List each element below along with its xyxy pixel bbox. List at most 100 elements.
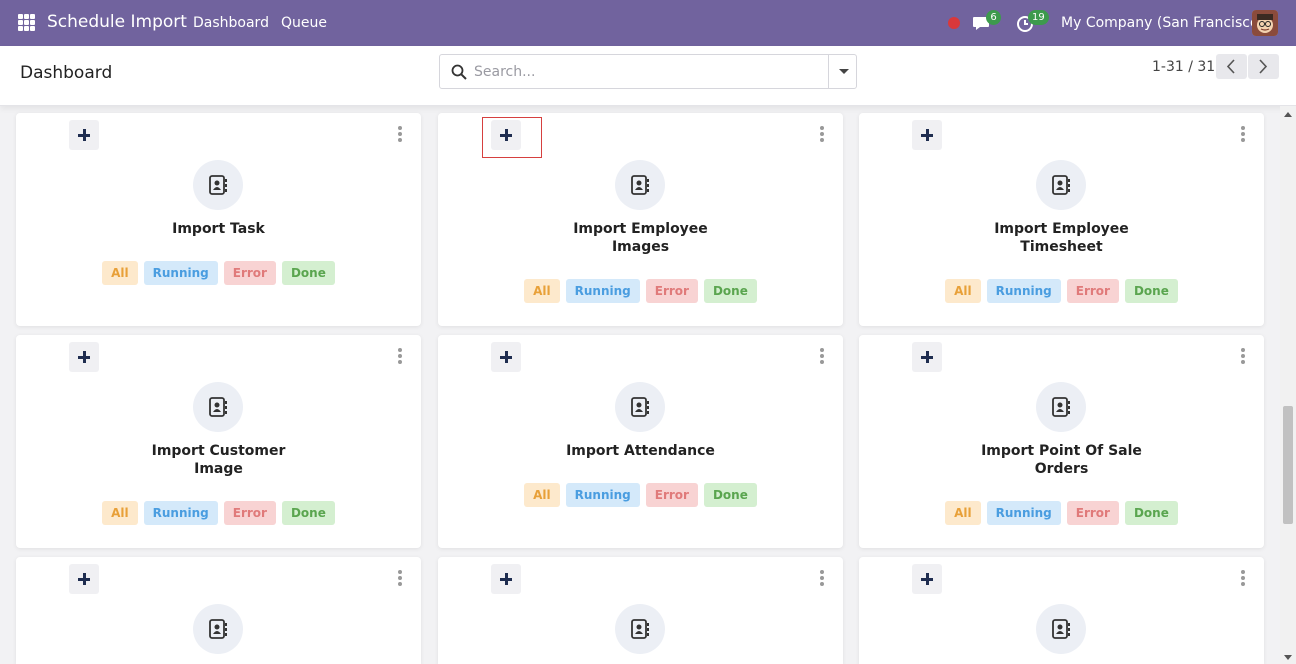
status-filters: All Running Error Done — [438, 279, 843, 303]
card-options-icon[interactable] — [1240, 126, 1246, 142]
chevron-left-icon — [1226, 59, 1235, 74]
card-title-line-2: Timesheet — [1020, 239, 1103, 255]
kanban-view: Import Task All Running Error Done Impor… — [0, 106, 1280, 664]
card-title-line-2: Images — [611, 239, 670, 255]
address-book-icon — [615, 604, 665, 654]
scroll-down-arrow-icon[interactable] — [1284, 655, 1292, 660]
add-import-button[interactable] — [491, 564, 521, 594]
add-import-button[interactable] — [69, 342, 99, 372]
card-title-line-1: Import Employee — [994, 221, 1129, 237]
card-options-icon[interactable] — [819, 348, 825, 364]
address-book-icon — [193, 604, 243, 654]
status-error-button[interactable]: Error — [223, 501, 276, 525]
company-switcher[interactable]: My Company (San Francisco) — [1061, 15, 1264, 31]
status-filters: All Running Error Done — [859, 279, 1264, 303]
card-title-line-1: Import Employee — [573, 221, 708, 237]
card-options-icon[interactable] — [819, 126, 825, 142]
recording-indicator-icon[interactable] — [948, 17, 960, 29]
add-import-button[interactable] — [69, 564, 99, 594]
nav-dashboard-link[interactable]: Dashboard — [193, 15, 269, 31]
status-done-button[interactable]: Done — [1124, 501, 1178, 525]
status-error-button[interactable]: Error — [645, 483, 698, 507]
status-running-button[interactable]: Running — [986, 501, 1061, 525]
address-book-icon — [1036, 382, 1086, 432]
card-title: Import Task — [172, 221, 265, 237]
status-all-button[interactable]: All — [945, 279, 981, 303]
status-filters: All Running Error Done — [16, 501, 421, 525]
card-options-icon[interactable] — [397, 348, 403, 364]
page-title: Dashboard — [20, 63, 113, 83]
status-all-button[interactable]: All — [102, 261, 138, 285]
add-import-button[interactable] — [491, 342, 521, 372]
address-book-icon — [193, 382, 243, 432]
status-done-button[interactable]: Done — [1124, 279, 1178, 303]
search-options-toggle[interactable] — [828, 55, 857, 88]
card-title-line-1: Import Point Of Sale — [981, 443, 1142, 459]
chevron-right-icon — [1259, 59, 1268, 74]
card-title: Import Attendance — [566, 443, 715, 459]
status-running-button[interactable]: Running — [986, 279, 1061, 303]
pager-value[interactable]: 1-31 / 31 — [1152, 59, 1215, 75]
status-running-button[interactable]: Running — [143, 261, 218, 285]
nav-queue-link[interactable]: Queue — [281, 15, 327, 31]
status-all-button[interactable]: All — [524, 483, 560, 507]
scroll-up-arrow-icon[interactable] — [1284, 112, 1292, 117]
pager-next-button[interactable] — [1248, 54, 1279, 79]
status-filters: All Running Error Done — [438, 483, 843, 507]
add-import-button[interactable] — [912, 564, 942, 594]
card-options-icon[interactable] — [819, 570, 825, 586]
add-import-button[interactable] — [491, 120, 521, 150]
address-book-icon — [1036, 604, 1086, 654]
status-all-button[interactable]: All — [945, 501, 981, 525]
top-navbar: Schedule Import Dashboard Queue 6 19 My … — [0, 0, 1296, 46]
status-error-button[interactable]: Error — [223, 261, 276, 285]
status-all-button[interactable]: All — [524, 279, 560, 303]
apps-menu-icon[interactable] — [18, 14, 35, 31]
add-import-button[interactable] — [912, 342, 942, 372]
status-running-button[interactable]: Running — [565, 279, 640, 303]
activities-count-badge: 19 — [1028, 10, 1049, 25]
vertical-scrollbar[interactable] — [1280, 106, 1296, 664]
status-filters: All Running Error Done — [16, 261, 421, 285]
pager-previous-button[interactable] — [1216, 54, 1247, 79]
card-title-line-2: Image — [194, 461, 243, 477]
import-card-employee-timesheet[interactable]: Import Employee Timesheet All Running Er… — [859, 113, 1264, 326]
status-error-button[interactable]: Error — [1066, 501, 1119, 525]
card-options-icon[interactable] — [397, 570, 403, 586]
control-panel: Dashboard 1-31 / 31 — [0, 46, 1296, 106]
add-import-button[interactable] — [912, 120, 942, 150]
messages-count-badge: 6 — [986, 10, 1001, 25]
card-title-line-2: Orders — [1034, 461, 1089, 477]
import-card[interactable] — [438, 557, 843, 664]
scrollbar-thumb[interactable] — [1283, 406, 1293, 524]
card-options-icon[interactable] — [1240, 348, 1246, 364]
card-title-line-1: Import Customer — [151, 443, 286, 459]
status-done-button[interactable]: Done — [703, 483, 757, 507]
import-card-task[interactable]: Import Task All Running Error Done — [16, 113, 421, 326]
import-card[interactable] — [859, 557, 1264, 664]
search-input[interactable] — [474, 61, 814, 83]
add-import-button[interactable] — [69, 120, 99, 150]
card-options-icon[interactable] — [1240, 570, 1246, 586]
card-options-icon[interactable] — [397, 126, 403, 142]
import-card-pos-orders[interactable]: Import Point Of Sale Orders All Running … — [859, 335, 1264, 548]
import-card-employee-images[interactable]: Import Employee Images All Running Error… — [438, 113, 843, 326]
address-book-icon — [615, 160, 665, 210]
status-running-button[interactable]: Running — [565, 483, 640, 507]
address-book-icon — [193, 160, 243, 210]
app-title[interactable]: Schedule Import — [47, 12, 187, 32]
import-card-customer-image[interactable]: Import Customer Image All Running Error … — [16, 335, 421, 548]
status-done-button[interactable]: Done — [281, 501, 335, 525]
status-all-button[interactable]: All — [102, 501, 138, 525]
status-done-button[interactable]: Done — [281, 261, 335, 285]
status-filters: All Running Error Done — [859, 501, 1264, 525]
import-card[interactable] — [16, 557, 421, 664]
status-running-button[interactable]: Running — [143, 501, 218, 525]
search-box — [439, 54, 857, 89]
import-card-attendance[interactable]: Import Attendance All Running Error Done — [438, 335, 843, 548]
address-book-icon — [1036, 160, 1086, 210]
status-error-button[interactable]: Error — [645, 279, 698, 303]
status-done-button[interactable]: Done — [703, 279, 757, 303]
status-error-button[interactable]: Error — [1066, 279, 1119, 303]
user-avatar[interactable] — [1252, 10, 1278, 36]
